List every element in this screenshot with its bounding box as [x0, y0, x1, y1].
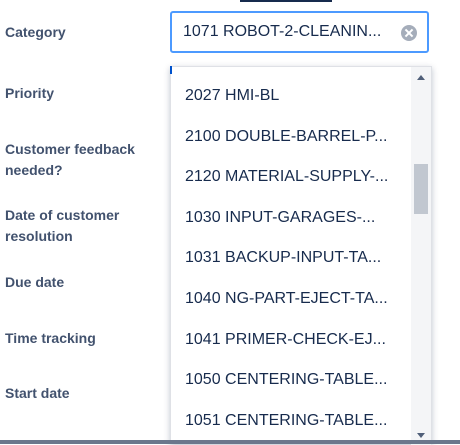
customer-feedback-label: Customer feedback needed? [5, 141, 135, 178]
start-date-label: Start date [5, 385, 70, 401]
dropdown-option[interactable]: 1031 BACKUP-INPUT-TA... [185, 238, 403, 278]
chevron-down-icon[interactable] [417, 433, 425, 438]
due-date-label: Due date [5, 274, 65, 290]
top-underline [240, 0, 332, 2]
dropdown-option[interactable]: 2100 DOUBLE-BARREL-P... [185, 117, 403, 157]
scrollbar-thumb[interactable] [414, 164, 428, 214]
chevron-up-icon[interactable] [417, 75, 425, 80]
category-select[interactable]: 1071 ROBOT-2-CLEANIN... [170, 11, 429, 53]
dropdown-option[interactable]: 1050 CENTERING-TABLE... [185, 360, 403, 400]
time-tracking-label: Time tracking [5, 330, 96, 346]
dropdown-scrollbar[interactable] [411, 67, 431, 445]
clear-icon[interactable] [401, 25, 417, 41]
bottom-edge-strip [0, 440, 460, 444]
dropdown-option[interactable]: 1041 PRIMER-CHECK-EJ... [185, 320, 403, 360]
category-dropdown-list[interactable]: 2027 HMI-BL 2100 DOUBLE-BARREL-P... 2120… [170, 66, 432, 445]
dropdown-option[interactable]: 1051 CENTERING-TABLE... [185, 401, 403, 441]
dropdown-option[interactable]: 2120 MATERIAL-SUPPLY-... [185, 157, 403, 197]
category-label: Category [5, 24, 66, 40]
dropdown-option[interactable]: 1040 NG-PART-EJECT-TA... [185, 279, 403, 319]
category-selected-value[interactable]: 1071 ROBOT-2-CLEANIN... [183, 22, 393, 42]
dropdown-option[interactable]: 2027 HMI-BL [185, 76, 403, 116]
dropdown-option[interactable]: 1030 INPUT-GARAGES-... [185, 198, 403, 238]
date-of-customer-resolution-label: Date of customer resolution [5, 207, 120, 244]
focus-marker [170, 66, 172, 74]
priority-label: Priority [5, 85, 55, 101]
